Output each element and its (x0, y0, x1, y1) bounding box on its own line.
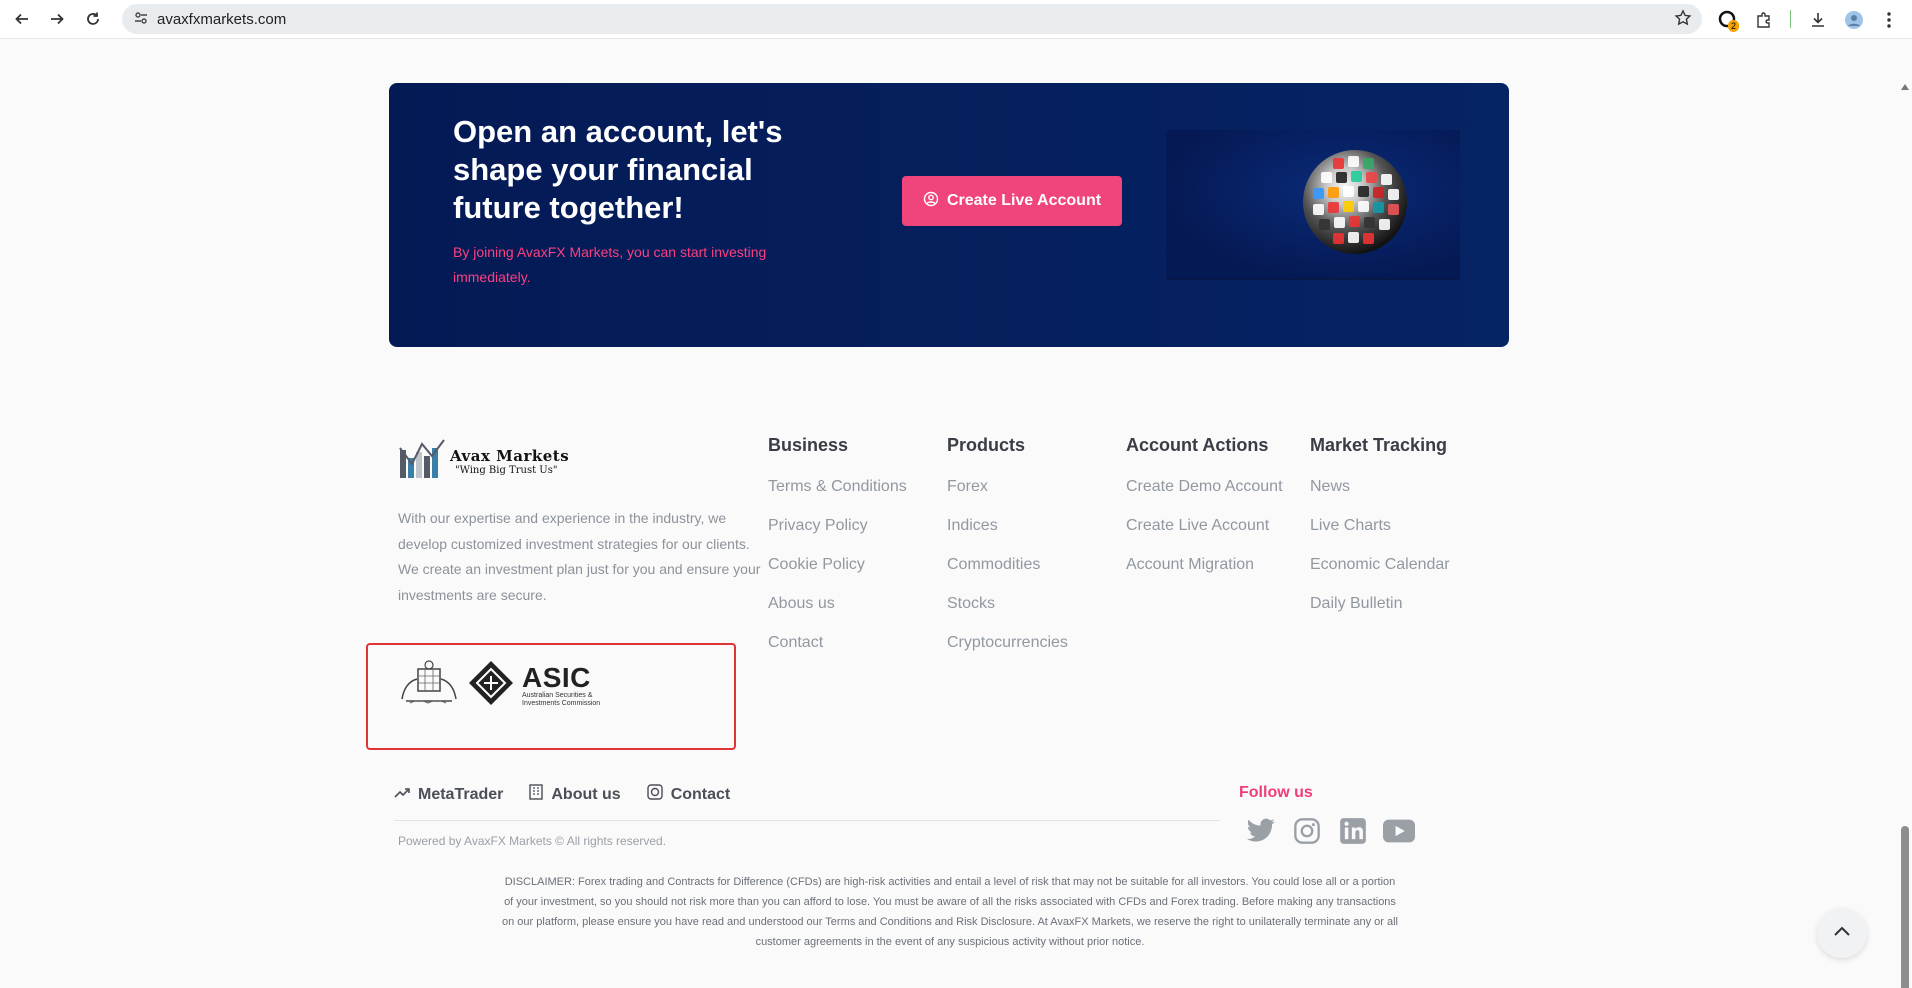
logo-name: Avax Markets (450, 447, 570, 465)
avax-markets-logo[interactable]: Avax Markets "Wing Big Trust Us" (398, 438, 569, 485)
link-indices[interactable]: Indices (947, 515, 1068, 554)
download-icon[interactable] (1806, 8, 1830, 32)
company-description: With our expertise and experience in the… (398, 510, 761, 603)
browser-toolbar: avaxfxmarkets.com 2 (0, 0, 1912, 39)
twitter-icon[interactable] (1245, 815, 1277, 847)
column-heading: Business (768, 435, 849, 455)
link-cookie-policy[interactable]: Cookie Policy (768, 554, 907, 593)
contact-label: Contact (670, 785, 731, 803)
extension-icon[interactable]: 2 (1716, 8, 1740, 32)
asic-title: ASIC (522, 661, 591, 693)
link-commodities[interactable]: Commodities (947, 554, 1068, 593)
copyright-text: Powered by AvaxFX Markets © All rights r… (398, 834, 667, 848)
link-forex[interactable]: Forex (947, 476, 1068, 515)
scroll-thumb[interactable] (1901, 826, 1909, 988)
banner-subtitle: By joining AvaxFX Markets, you can start… (453, 244, 767, 285)
link-about-us[interactable]: Abous us (768, 593, 907, 632)
cta-button-label: Create Live Account (946, 192, 1102, 209)
link-create-demo-account[interactable]: Create Demo Account (1126, 476, 1283, 515)
address-bar[interactable]: avaxfxmarkets.com (122, 4, 1702, 34)
create-live-account-button[interactable]: Create Live Account (902, 176, 1122, 226)
metatrader-label: MetaTrader (418, 785, 504, 803)
link-privacy-policy[interactable]: Privacy Policy (768, 515, 907, 554)
back-icon[interactable] (9, 6, 35, 32)
page-scrollbar[interactable] (1897, 39, 1912, 988)
about-us-link[interactable]: About us (529, 784, 621, 805)
column-heading: Products (947, 435, 1026, 455)
column-heading: Account Actions (1126, 435, 1269, 455)
footer-column-account-actions: Account Actions Create Demo Account Crea… (1126, 435, 1283, 593)
url-text: avaxfxmarkets.com (157, 11, 287, 28)
link-account-migration[interactable]: Account Migration (1126, 554, 1283, 593)
column-heading: Market Tracking (1310, 435, 1448, 455)
logo-chart-icon (398, 438, 448, 485)
cta-banner: Open an account, let's shape your financ… (389, 83, 1509, 347)
lifebuoy-icon (647, 784, 663, 805)
asic-line2: Investments Commission (522, 699, 601, 707)
link-economic-calendar[interactable]: Economic Calendar (1310, 554, 1450, 593)
toolbar-separator (1790, 10, 1791, 28)
building-icon (529, 784, 544, 805)
australian-coat-of-arms-icon (398, 659, 460, 712)
menu-kebab-icon[interactable] (1877, 8, 1901, 32)
linkedin-icon[interactable] (1337, 815, 1369, 847)
asic-line1: Australian Securities & (522, 691, 593, 699)
profile-avatar[interactable] (1842, 8, 1866, 32)
banner-title: Open an account, let's shape your financ… (453, 114, 783, 225)
forward-icon[interactable] (44, 6, 70, 32)
about-us-label: About us (551, 785, 621, 803)
footer-column-business: Business Terms & Conditions Privacy Poli… (768, 435, 907, 671)
link-live-charts[interactable]: Live Charts (1310, 515, 1450, 554)
scroll-up-arrow-icon[interactable] (1901, 84, 1909, 90)
extensions-puzzle-icon[interactable] (1752, 8, 1776, 32)
reload-icon[interactable] (80, 6, 106, 32)
follow-us-heading: Follow us (1239, 784, 1313, 801)
asic-regulation-box: ASIC Australian Securities & Investments… (366, 643, 736, 750)
bottom-nav: MetaTrader About us Contact (394, 784, 730, 805)
footer-column-products: Products Forex Indices Commodities Stock… (947, 435, 1068, 671)
footer-column-market-tracking: Market Tracking News Live Charts Economi… (1310, 435, 1450, 632)
link-contact[interactable]: Contact (768, 632, 907, 671)
globe-image-panel (1166, 130, 1460, 280)
link-stocks[interactable]: Stocks (947, 593, 1068, 632)
contact-link[interactable]: Contact (647, 784, 731, 805)
site-settings-icon[interactable] (134, 11, 148, 30)
link-news[interactable]: News (1310, 476, 1450, 515)
scroll-to-top-button[interactable] (1817, 908, 1867, 958)
link-cryptocurrencies[interactable]: Cryptocurrencies (947, 632, 1068, 671)
link-create-live-account[interactable]: Create Live Account (1126, 515, 1283, 554)
trending-up-icon (394, 786, 410, 804)
risk-disclaimer: DISCLAIMER: Forex trading and Contracts … (502, 876, 1398, 948)
app-icons-globe-image (1303, 150, 1407, 254)
metatrader-link[interactable]: MetaTrader (394, 786, 503, 804)
instagram-icon[interactable] (1291, 815, 1323, 847)
social-links (1245, 815, 1415, 847)
extension-badge: 2 (1728, 20, 1740, 32)
link-daily-bulletin[interactable]: Daily Bulletin (1310, 593, 1450, 632)
bookmark-star-icon[interactable] (1674, 9, 1692, 32)
link-terms-conditions[interactable]: Terms & Conditions (768, 476, 907, 515)
asic-diamond-icon (468, 660, 514, 711)
user-circle-icon (923, 191, 939, 212)
youtube-icon[interactable] (1383, 815, 1415, 847)
footer-divider (394, 820, 1220, 821)
logo-tagline: "Wing Big Trust Us" (455, 465, 558, 476)
chevron-up-icon (1833, 924, 1851, 942)
